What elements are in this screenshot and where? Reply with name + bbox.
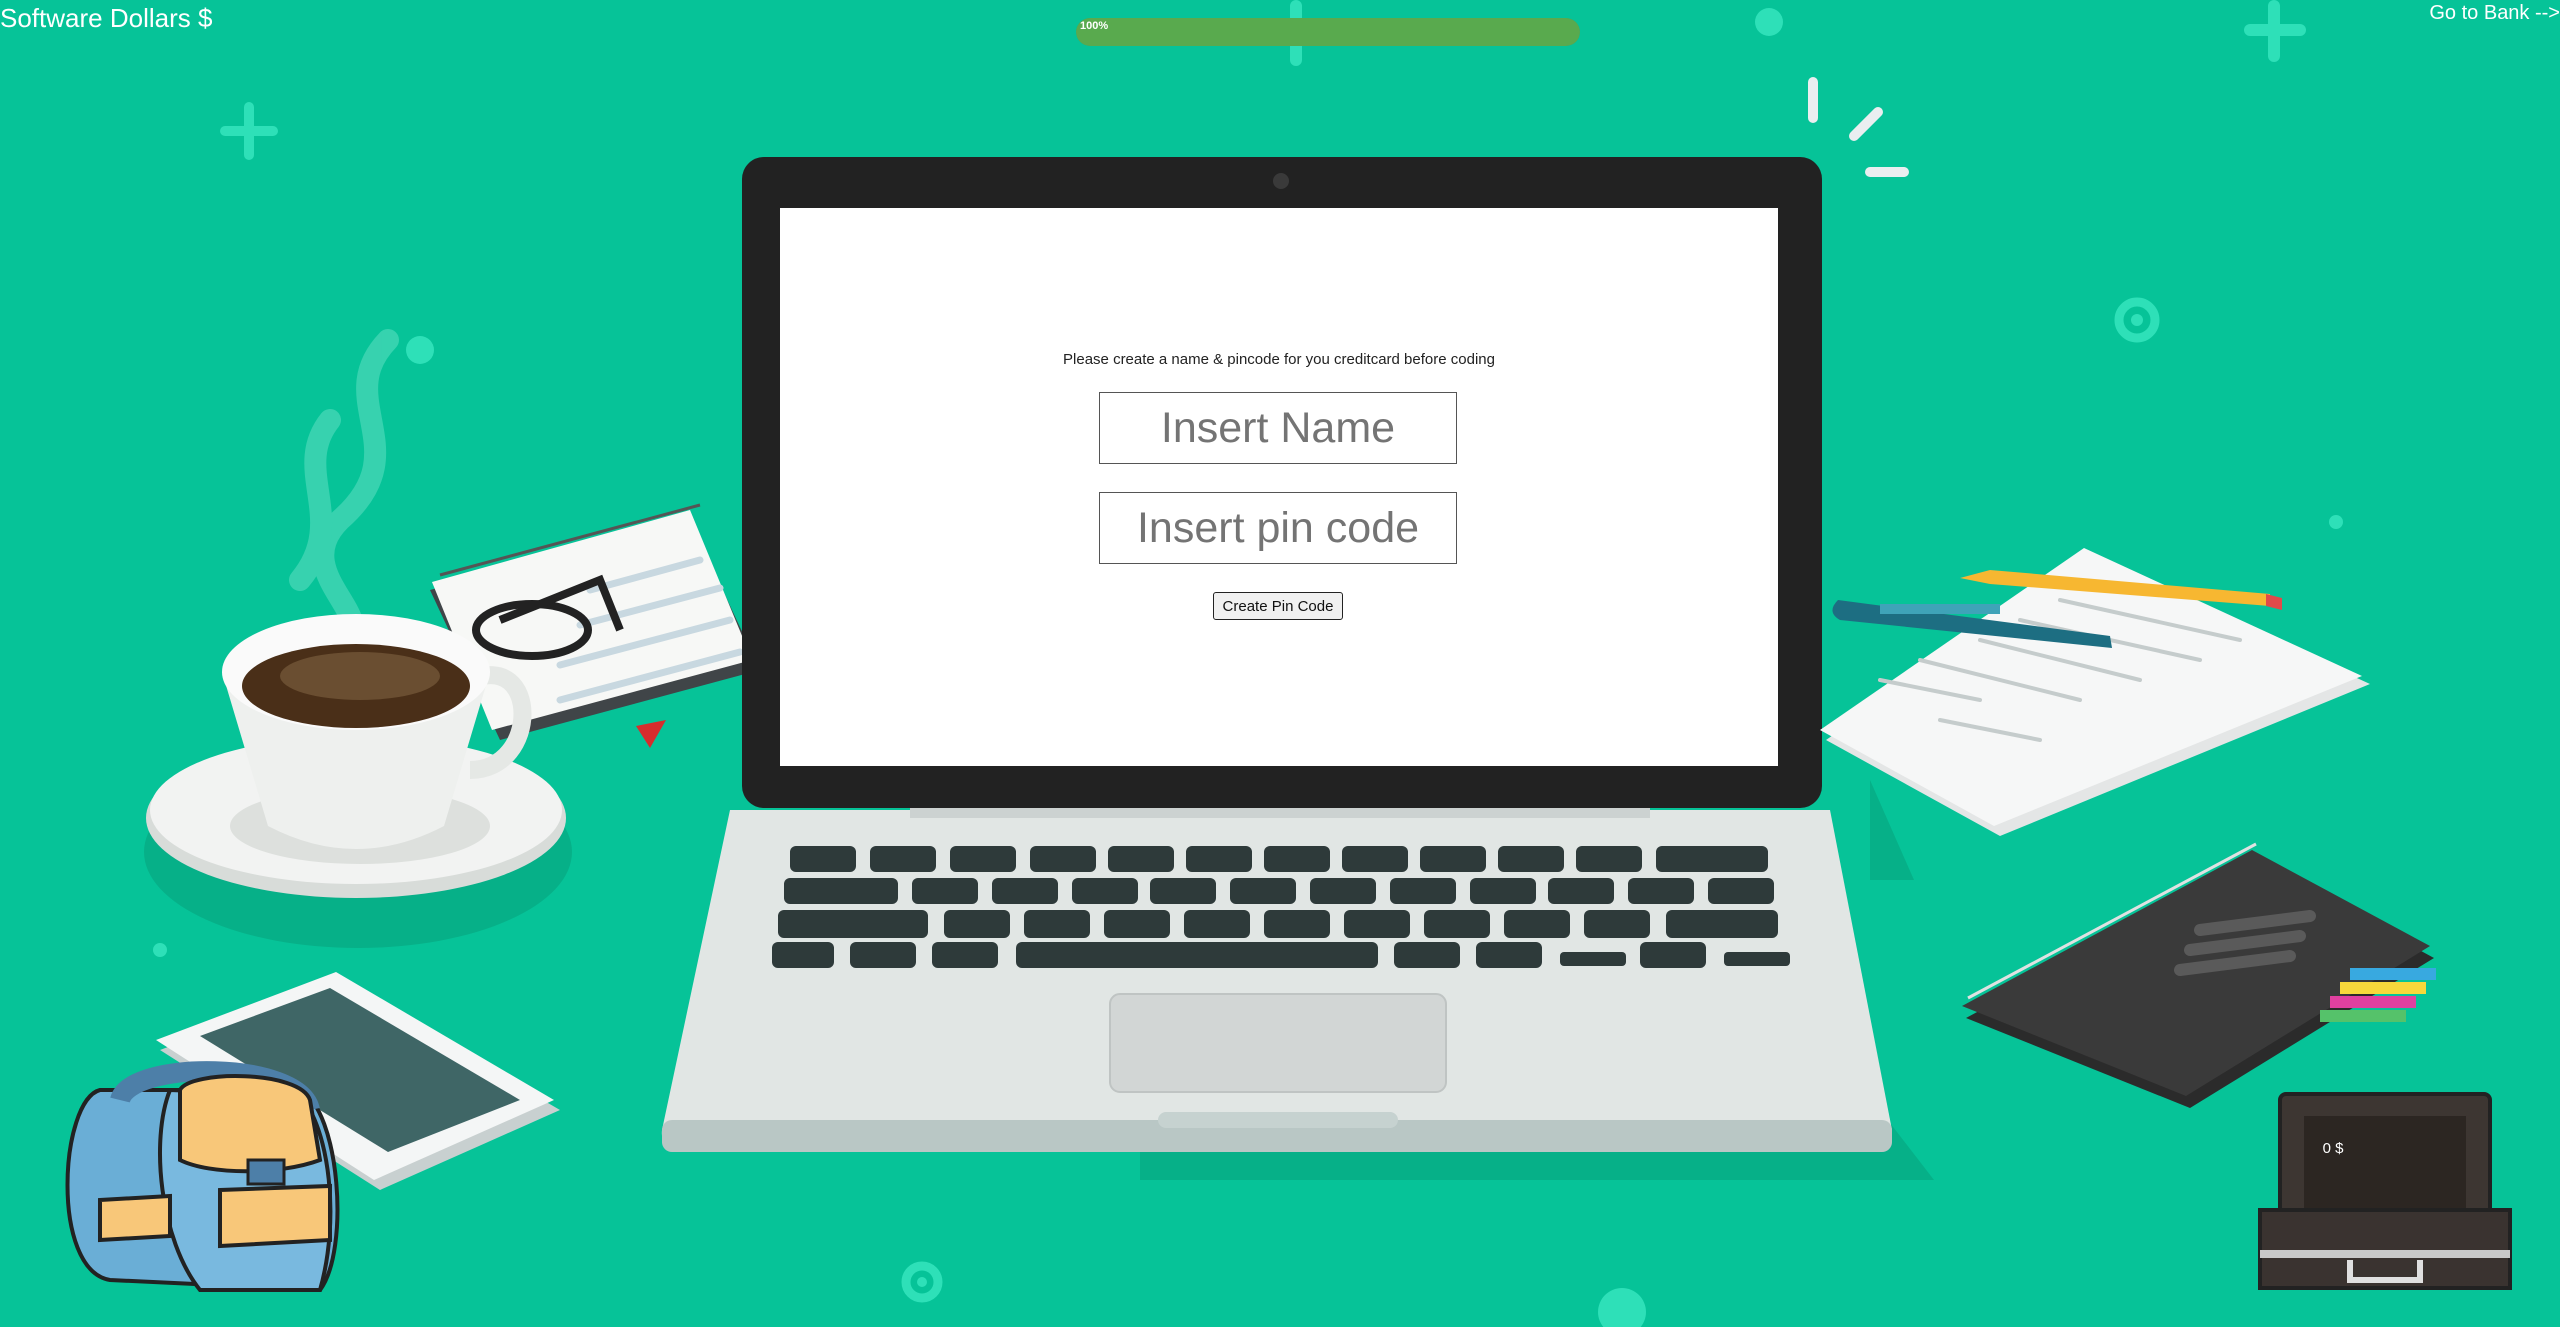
burst-icon xyxy=(1808,77,1909,177)
dot-icon xyxy=(1598,1288,1646,1327)
pin-code-input[interactable] xyxy=(1099,492,1457,564)
go-to-bank-link[interactable]: Go to Bank --> xyxy=(2429,0,2560,26)
plus-icon xyxy=(220,102,278,160)
dot-icon xyxy=(153,943,167,957)
notepad-left xyxy=(430,503,760,748)
dot-icon xyxy=(406,336,434,364)
notebook-right xyxy=(1962,842,2436,1108)
progress-label: 100% xyxy=(1080,20,1109,32)
app-title: Software Dollars $ xyxy=(0,3,213,33)
name-input[interactable] xyxy=(1099,392,1457,464)
backpack-icon xyxy=(65,1061,340,1293)
steam xyxy=(289,329,399,651)
briefcase-icon xyxy=(2258,1092,2512,1290)
plus-icon xyxy=(2244,0,2306,62)
wallet-amount: 0 $ xyxy=(2322,1140,2344,1157)
progress-fill xyxy=(1076,18,1580,46)
dot-icon xyxy=(2329,515,2343,529)
laptop-screen: Please create a name & pincode for you c… xyxy=(780,208,1778,766)
form-prompt: Please create a name & pincode for you c… xyxy=(1063,351,1495,368)
dot-icon xyxy=(1755,8,1783,36)
progress-bar: 100% xyxy=(1076,18,1580,46)
create-pin-code-button[interactable]: Create Pin Code xyxy=(1213,592,1343,620)
